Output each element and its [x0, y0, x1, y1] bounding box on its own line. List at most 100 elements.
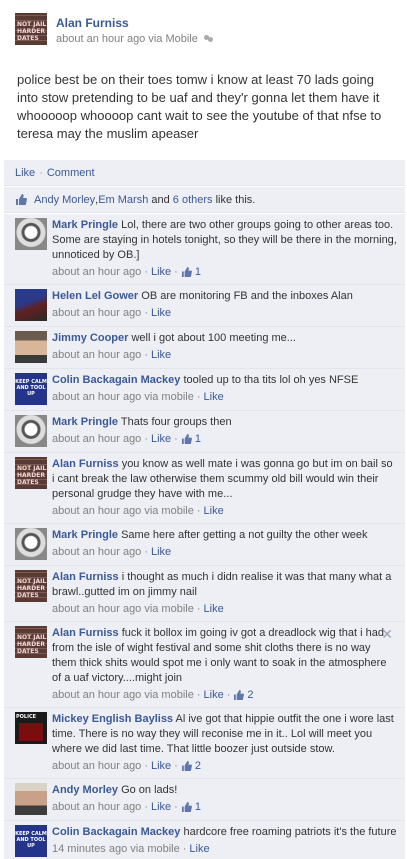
comment-time[interactable]: about an hour ago — [52, 265, 141, 279]
comment-time[interactable]: about an hour ago — [52, 390, 141, 404]
commenter-name-link[interactable]: Jimmy Cooper — [52, 332, 128, 344]
meta-separator: · — [196, 603, 201, 615]
commenter-name-link[interactable]: Alan Furniss — [52, 458, 119, 470]
commenter-avatar[interactable]: KEEP CALM AND TOOL UP — [15, 825, 47, 857]
commenter-name-link[interactable]: Mark Pringle — [52, 416, 118, 428]
comment-text: hardcore free roaming patriots it's the … — [183, 826, 397, 838]
comment-time[interactable]: about an hour ago — [52, 800, 141, 814]
comment-body: Alan Furniss you know as well mate i was… — [52, 457, 397, 502]
likes-others-link[interactable]: 6 others — [173, 194, 213, 206]
commenter-name-link[interactable]: Helen Lel Gower — [52, 290, 138, 302]
comment-like-link[interactable]: Like — [189, 842, 209, 856]
comment-like-link[interactable]: Like — [151, 306, 171, 320]
comment-like-link[interactable]: Like — [204, 688, 224, 702]
comment-like-link[interactable]: Like — [204, 602, 224, 616]
comment-body: Mark Pringle Same here after getting a n… — [52, 528, 397, 543]
commenter-avatar[interactable]: KEEP CALM AND TOOL UP — [15, 373, 47, 405]
comment-text: tooled up to tha tits lol oh yes NFSE — [183, 374, 359, 386]
comment-body: Mark Pringle Thats four groups then — [52, 415, 397, 430]
commenter-name-link[interactable]: Mark Pringle — [52, 529, 118, 541]
comment-item: Mark Pringle Lol, there are two other gr… — [4, 214, 405, 285]
comment-meta: about an hour ago · Like — [52, 348, 397, 362]
comment-time[interactable]: about an hour ago — [52, 306, 141, 320]
remove-comment-icon[interactable]: ✕ — [381, 627, 393, 641]
comment-like-count[interactable]: 2 — [195, 759, 201, 773]
avatar-text: NOT JAIL HARDER DATES — [17, 634, 47, 655]
comment-like-count[interactable]: 1 — [195, 265, 201, 279]
comment-body: Mickey English Bayliss Al ive got that h… — [52, 712, 397, 757]
avatar-text: KEEP CALM AND TOOL UP — [15, 831, 47, 849]
comment-body: Mark Pringle Lol, there are two other gr… — [52, 218, 397, 263]
thumbs-up-icon — [181, 802, 192, 812]
commenter-avatar[interactable] — [15, 331, 47, 363]
comment-time[interactable]: about an hour ago — [52, 602, 141, 616]
comment-item: NOT JAIL HARDER DATES Alan Furniss i thou… — [4, 566, 405, 622]
commenter-name-link[interactable]: Alan Furniss — [52, 571, 119, 583]
commenter-avatar[interactable]: POLICE — [15, 712, 47, 744]
commenter-name-link[interactable]: Andy Morley — [52, 784, 118, 796]
comment-time[interactable]: about an hour ago — [52, 348, 141, 362]
comment-meta: about an hour ago · Like · 2 — [52, 759, 397, 773]
comment-item: Mark Pringle Thats four groups then about… — [4, 411, 405, 453]
commenter-name-link[interactable]: Alan Furniss — [52, 627, 119, 639]
comment-body: Jimmy Cooper well i got about 100 meetin… — [52, 331, 397, 346]
commenter-avatar[interactable] — [15, 783, 47, 815]
comment-via: via mobile — [144, 391, 194, 403]
meta-separator: · — [144, 546, 148, 558]
comment-like-link[interactable]: Like — [151, 348, 171, 362]
commenter-name-link[interactable]: Colin Backagain Mackey — [52, 374, 180, 386]
meta-separator: · — [226, 689, 231, 701]
commenter-avatar[interactable] — [15, 289, 47, 321]
comment-time[interactable]: about an hour ago — [52, 545, 141, 559]
commenter-avatar[interactable] — [15, 415, 47, 447]
meta-separator: · — [144, 349, 148, 361]
comment-link[interactable]: Comment — [47, 167, 95, 179]
commenter-avatar[interactable] — [15, 528, 47, 560]
commenter-avatar[interactable]: NOT JAIL HARDER DATES — [15, 570, 47, 602]
avatar-text: POLICE — [16, 714, 37, 720]
comment-like-count[interactable]: 2 — [247, 688, 253, 702]
comment-meta: about an hour ago via mobile · Like — [52, 504, 397, 518]
comment-like-link[interactable]: Like — [151, 432, 171, 446]
post-author-link[interactable]: Alan Furniss — [56, 16, 129, 30]
comment-like-link[interactable]: Like — [151, 265, 171, 279]
comment-meta: about an hour ago · Like · 1 — [52, 800, 397, 814]
commenter-name-link[interactable]: Mark Pringle — [52, 219, 118, 231]
comment-item: Helen Lel Gower OB are monitoring FB and… — [4, 285, 405, 327]
liker-link[interactable]: Andy Morley — [34, 194, 95, 206]
comment-item: KEEP CALM AND TOOL UP Colin Backagain Mac… — [4, 821, 405, 859]
comment-meta: 14 minutes ago via mobile · Like — [52, 842, 397, 856]
comment-time[interactable]: about an hour ago — [52, 504, 141, 518]
avatar-text: NOT JAIL HARDER DATES — [17, 578, 47, 599]
comment-meta: about an hour ago via mobile · Like — [52, 602, 397, 616]
comment-like-link[interactable]: Like — [151, 759, 171, 773]
likes-summary: Andy Morley , Em Marsh and 6 others like… — [4, 187, 405, 213]
comment-like-link[interactable]: Like — [151, 545, 171, 559]
post-time[interactable]: about an hour ago via Mobile — [56, 33, 198, 45]
commenter-name-link[interactable]: Mickey English Bayliss — [52, 713, 173, 725]
like-link[interactable]: Like — [15, 167, 35, 179]
comment-like-link[interactable]: Like — [204, 504, 224, 518]
comment-body: Alan Furniss fuck it bollox im going iv … — [52, 626, 397, 686]
comment-like-link[interactable]: Like — [204, 390, 224, 404]
comment-time[interactable]: about an hour ago — [52, 759, 141, 773]
commenter-avatar[interactable]: NOT JAIL HARDER DATES — [15, 626, 47, 658]
post-meta: about an hour ago via Mobile — [56, 33, 214, 45]
comment-like-count[interactable]: 1 — [195, 800, 201, 814]
comments-list: Mark Pringle Lol, there are two other gr… — [4, 214, 405, 859]
meta-separator: · — [196, 505, 201, 517]
author-avatar[interactable]: NOT JAIL HARDER DATES — [15, 13, 47, 45]
comment-time[interactable]: about an hour ago — [52, 688, 141, 702]
commenter-avatar[interactable]: NOT JAIL HARDER DATES — [15, 457, 47, 489]
comment-like-link[interactable]: Like — [151, 800, 171, 814]
comment-time[interactable]: about an hour ago — [52, 432, 141, 446]
comment-meta: about an hour ago · Like — [52, 545, 397, 559]
liker-link[interactable]: Em Marsh — [98, 194, 148, 206]
commenter-name-link[interactable]: Colin Backagain Mackey — [52, 826, 180, 838]
commenter-avatar[interactable] — [15, 218, 47, 250]
comment-like-count[interactable]: 1 — [195, 432, 201, 446]
meta-separator: · — [174, 760, 178, 772]
comment-text: Same here after getting a not guilty the… — [121, 529, 368, 541]
friends-audience-icon — [203, 34, 214, 44]
comment-time[interactable]: 14 minutes ago — [52, 842, 127, 856]
